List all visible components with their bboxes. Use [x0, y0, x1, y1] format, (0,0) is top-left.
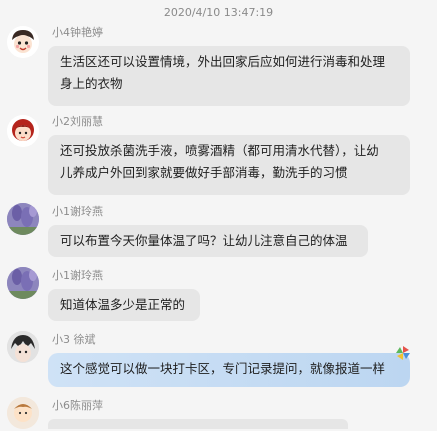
chat-message: 小1谢玲燕 知道体温多少是正常的	[0, 267, 437, 325]
chat-message: 小1谢玲燕 可以布置今天你量体温了吗？让幼儿注意自己的体温	[0, 203, 437, 261]
message-line: 儿养成户外回到家就要做好手部消毒，勤洗手的习惯	[60, 165, 348, 180]
message-line: 这个感觉可以做一块打卡区，专门记录提问，就像报道一样	[60, 361, 386, 376]
lavender-avatar[interactable]	[7, 203, 39, 235]
message-line: 生活区还可以设置情境，外出回家后应如何进行消毒和处理	[60, 54, 386, 69]
message-line: 可以布置今天你量体温了吗？让幼儿注意自己的体温	[60, 233, 348, 248]
sender-name: 小4钟艳婷	[52, 26, 103, 39]
message-bubble[interactable]	[48, 419, 348, 429]
sender-name: 小2刘丽慧	[52, 115, 103, 128]
anime-avatar[interactable]	[7, 331, 39, 363]
sender-name: 小6陈丽萍	[52, 399, 103, 412]
sender-name: 小1谢玲燕	[52, 205, 103, 218]
message-bubble[interactable]: 还可投放杀菌洗手液，喷雾酒精（都可用清水代替），让幼 儿养成户外回到家就要做好手…	[48, 135, 410, 195]
message-bubble[interactable]: 知道体温多少是正常的	[48, 289, 200, 321]
message-bubble[interactable]: 生活区还可以设置情境，外出回家后应如何进行消毒和处理 身上的衣物	[48, 46, 410, 106]
message-line: 知道体温多少是正常的	[60, 297, 186, 312]
message-bubble[interactable]: 可以布置今天你量体温了吗？让幼儿注意自己的体温	[48, 225, 368, 257]
chat-message: 小6陈丽萍	[0, 397, 437, 431]
sender-name: 小1谢玲燕	[52, 269, 103, 282]
chat-timestamp: 2020/4/10 13:47:19	[163, 6, 274, 19]
chat-message: 小4钟艳婷 生活区还可以设置情境，外出回家后应如何进行消毒和处理 身上的衣物	[0, 24, 437, 108]
cartoon-face-avatar[interactable]	[7, 26, 39, 58]
message-line: 身上的衣物	[60, 76, 123, 91]
chat-message: 小3 徐斌 这个感觉可以做一块打卡区，专门记录提问，就像报道一样	[0, 331, 437, 393]
cartoon-child-avatar[interactable]	[7, 397, 39, 429]
chat-message: 小2刘丽慧 还可投放杀菌洗手液，喷雾酒精（都可用清水代替），让幼 儿养成户外回到…	[0, 113, 437, 197]
message-line: 还可投放杀菌洗手液，喷雾酒精（都可用清水代替），让幼	[60, 143, 379, 158]
message-bubble[interactable]: 这个感觉可以做一块打卡区，专门记录提问，就像报道一样	[48, 353, 410, 387]
sender-name: 小3 徐斌	[52, 333, 96, 346]
cartoon-girl-avatar[interactable]	[7, 115, 39, 147]
lavender-avatar[interactable]	[7, 267, 39, 299]
pinwheel-icon	[396, 346, 410, 360]
